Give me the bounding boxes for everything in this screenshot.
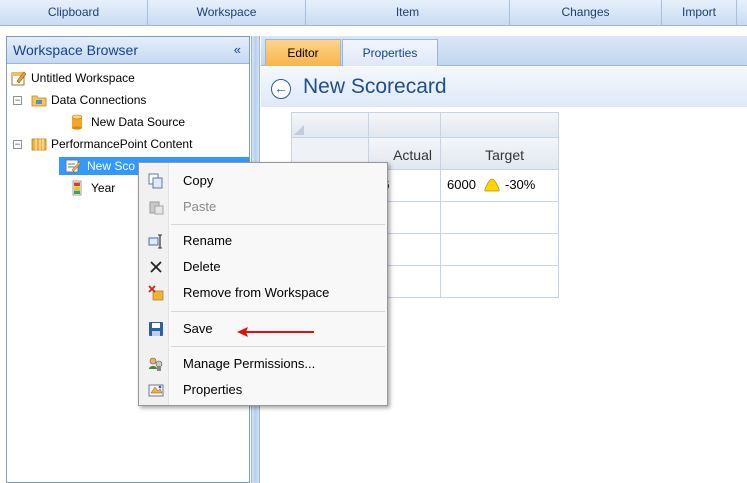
menu-item-remove-from-workspace[interactable]: Remove from Workspace (141, 281, 386, 305)
kpi-icon (72, 180, 82, 196)
target-value: 6000 (447, 177, 476, 192)
select-all-icon (294, 125, 304, 135)
menu-item-label: Copy (183, 173, 214, 188)
back-arrow-icon[interactable]: ← (271, 79, 291, 99)
menu-item-label: Rename (183, 233, 233, 248)
annotation-arrow-icon (237, 327, 314, 337)
editor-tab-strip: Editor Properties (261, 36, 747, 66)
workspace-browser-header: Workspace Browser « (7, 37, 249, 64)
ribbon-group-clipboard[interactable]: Clipboard (0, 0, 148, 26)
menu-separator (171, 346, 385, 347)
tree-item-untitled-workspace[interactable]: Untitled Workspace (11, 69, 247, 87)
collapse-panel-button[interactable]: « (234, 37, 241, 63)
menu-item-copy[interactable]: Copy (141, 169, 386, 193)
grid-header-blank (441, 112, 559, 138)
performancepoint-content-icon (31, 138, 47, 151)
tree-item-new-data-source[interactable]: New Data Source (11, 113, 247, 131)
save-icon (149, 322, 163, 336)
page-title: New Scorecard (303, 75, 447, 98)
menu-separator (171, 311, 385, 312)
menu-item-label: Delete (183, 259, 221, 274)
workspace-browser-title: Workspace Browser (13, 42, 139, 58)
variance-value: -30% (505, 177, 536, 192)
ribbon-group-bar: Clipboard Workspace Item Changes Import (0, 0, 747, 26)
tree-item-label: New Sco (87, 159, 136, 173)
rename-icon (148, 234, 162, 249)
tab-editor[interactable]: Editor (265, 39, 341, 66)
menu-item-label: Save (183, 321, 213, 336)
column-header-target[interactable]: Target (441, 138, 559, 170)
menu-item-label: Properties (183, 382, 243, 397)
menu-item-label: Paste (183, 199, 217, 214)
yellow-triangle-indicator-icon (484, 178, 500, 192)
menu-item-properties[interactable]: Properties (141, 378, 386, 402)
copy-icon (148, 173, 163, 189)
menu-item-label: Remove from Workspace (183, 285, 330, 300)
menu-item-paste[interactable]: Paste (141, 195, 386, 219)
tree-item-data-connections[interactable]: − Data Connections (11, 91, 247, 109)
tree-item-performancepoint-content[interactable]: − PerformancePoint Content (11, 135, 247, 153)
cell-target[interactable] (441, 202, 559, 234)
menu-item-manage-permissions[interactable]: Manage Permissions... (141, 352, 386, 376)
ribbon-group-changes[interactable]: Changes (510, 0, 662, 26)
menu-separator (171, 224, 385, 225)
remove-from-workspace-icon (148, 285, 164, 301)
cell-target[interactable]: 6000 -30% (441, 170, 559, 202)
ribbon-group-import[interactable]: Import (662, 0, 737, 26)
cell-target[interactable] (441, 266, 559, 298)
workspace-icon (11, 71, 27, 86)
tree-item-label: New Data Source (91, 115, 186, 129)
grid-corner-cell[interactable] (291, 112, 369, 138)
menu-item-rename[interactable]: Rename (141, 229, 386, 253)
collapse-expander-icon[interactable]: − (13, 96, 22, 105)
tab-properties[interactable]: Properties (342, 39, 438, 66)
context-menu: Copy Paste Rename Delete Remove from Wor… (138, 162, 388, 406)
cell-target[interactable] (441, 234, 559, 266)
manage-permissions-icon (149, 357, 163, 371)
grid-header-blank (369, 112, 441, 138)
data-source-icon (71, 114, 83, 130)
tree-item-label: Data Connections (51, 93, 147, 107)
tree-item-label: Year (91, 181, 116, 195)
editor-title-bar: ← New Scorecard (261, 67, 747, 107)
scorecard-icon (65, 159, 81, 173)
data-connections-icon (31, 95, 47, 107)
properties-icon (148, 384, 164, 397)
ribbon-group-workspace[interactable]: Workspace (148, 0, 306, 26)
collapse-expander-icon[interactable]: − (13, 140, 22, 149)
paste-icon (149, 201, 164, 215)
tree-item-label: PerformancePoint Content (51, 137, 193, 151)
menu-item-label: Manage Permissions... (183, 356, 316, 371)
tree-item-label: Untitled Workspace (31, 71, 135, 85)
delete-icon (150, 261, 162, 273)
menu-item-delete[interactable]: Delete (141, 255, 386, 279)
ribbon-group-item[interactable]: Item (306, 0, 510, 26)
